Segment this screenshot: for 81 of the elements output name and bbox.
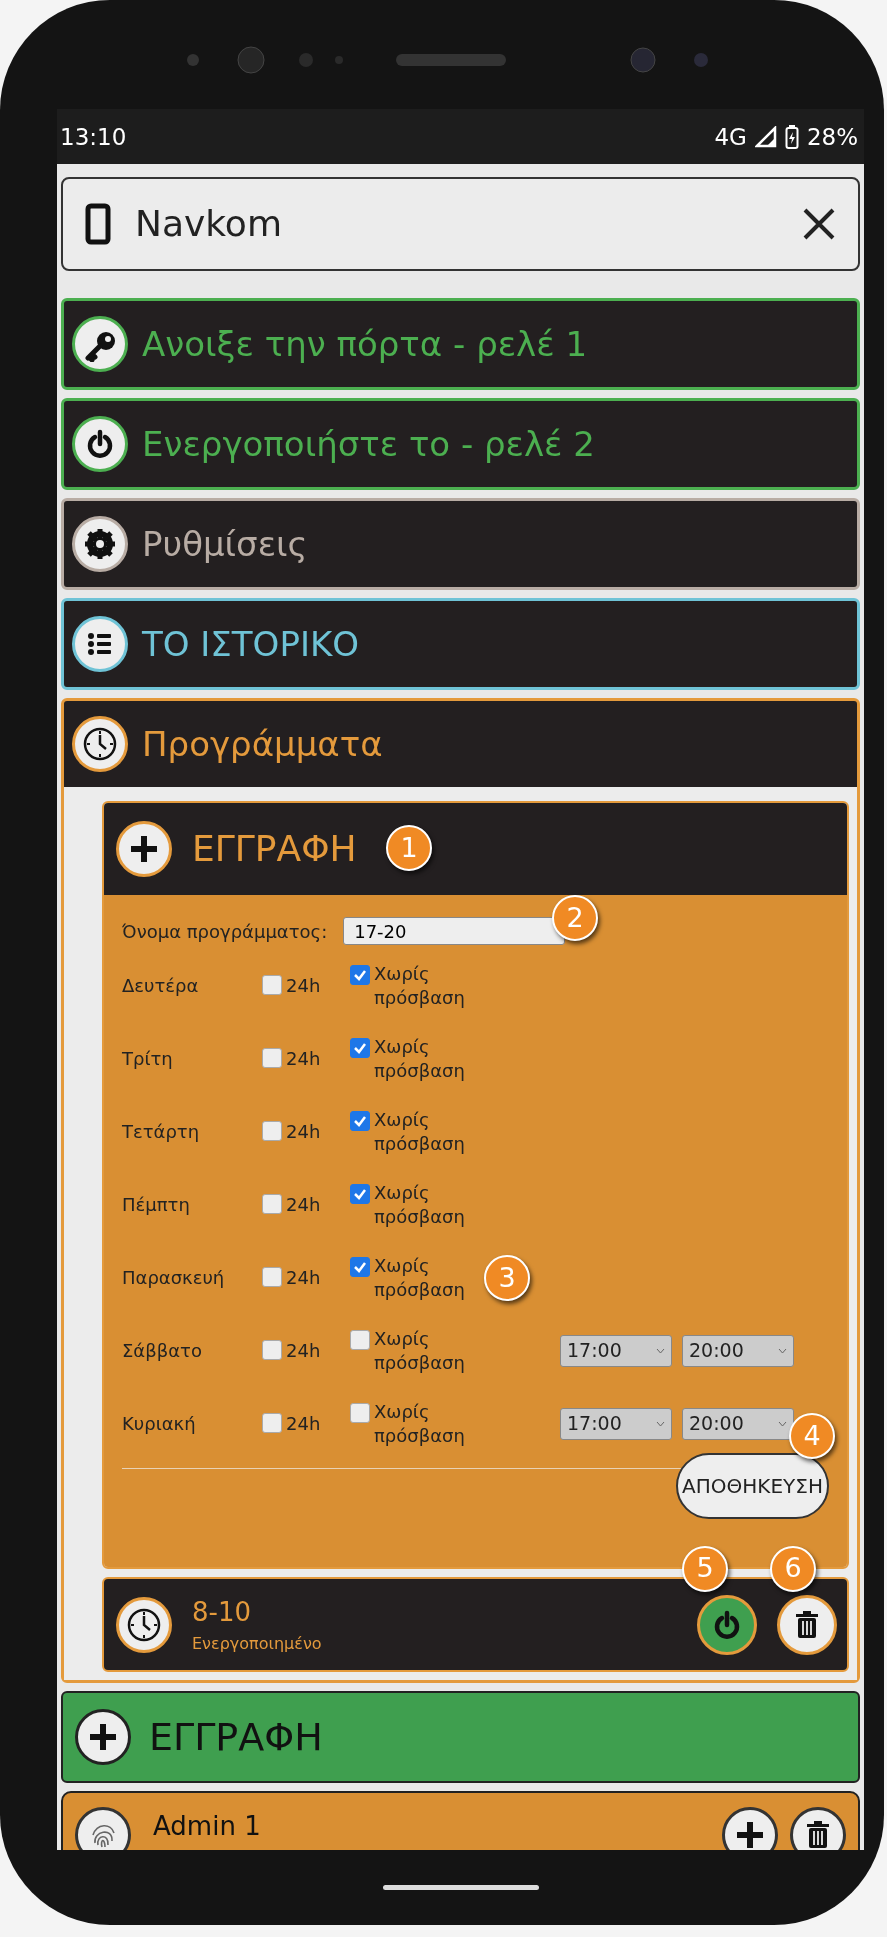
time-select[interactable]: 20:00	[682, 1334, 794, 1367]
day-label: Παρασκευή	[122, 1266, 226, 1291]
caret-icon	[656, 1347, 665, 1354]
menu-item[interactable]: Προγράμματα	[64, 701, 857, 788]
checkbox[interactable]	[262, 1194, 282, 1215]
battery-icon	[784, 124, 799, 149]
menu-item[interactable]: Ενεργοποιήστε το - ρελέ 2	[61, 398, 860, 491]
checkbox-label: Χωρίς πρόσβαση	[374, 1181, 466, 1229]
menu-item[interactable]: Ανοιξε την πόρτα - ρελέ 1	[61, 298, 860, 391]
checkmark-icon	[353, 968, 367, 983]
checkmark-icon	[353, 1260, 367, 1275]
fingerprint-icon	[75, 1807, 131, 1851]
network-type: 4G	[714, 122, 747, 152]
close-button[interactable]	[802, 207, 836, 242]
app-title: Navkom	[135, 202, 283, 247]
plus-button[interactable]	[722, 1807, 778, 1851]
checkbox-label: Χωρίς πρόσβαση	[374, 1254, 466, 1302]
home-indicator[interactable]	[382, 1885, 539, 1891]
checkbox-label: Χωρίς πρόσβαση	[374, 1108, 466, 1156]
checkbox-label: 24h	[286, 1194, 321, 1216]
checkbox[interactable]	[350, 1403, 370, 1424]
caret-icon	[656, 1420, 665, 1427]
day-label: Δευτέρα	[122, 974, 200, 999]
field-label: Όνομα προγράμματος:	[122, 919, 328, 944]
plus-button[interactable]	[116, 821, 172, 878]
checkbox-label: 24h	[286, 1340, 321, 1362]
number-marker: 4	[789, 1413, 835, 1460]
number-marker: 1	[386, 825, 432, 872]
add-button[interactable]: ΕΓΓΡΑΦΗ	[61, 1691, 860, 1784]
checkbox[interactable]	[262, 1048, 282, 1069]
time-select[interactable]: 20:00	[682, 1407, 794, 1440]
checkbox-label: 24h	[286, 1267, 321, 1289]
plus-icon	[75, 1709, 131, 1766]
phone-icon	[85, 203, 111, 246]
caret-icon	[778, 1420, 787, 1427]
checkbox-label: Χωρίς πρόσβαση	[374, 1035, 466, 1083]
checkbox[interactable]	[262, 1121, 282, 1142]
clock-time: 13:10	[60, 122, 127, 152]
schedule-name: 8-10	[192, 1596, 252, 1630]
checkbox-label: 24h	[286, 1121, 321, 1143]
user-item[interactable]: Admin 1	[61, 1791, 860, 1851]
save-button[interactable]: ΑΠΟΘΗΚΕΥΣΗ	[676, 1453, 829, 1520]
time-select[interactable]: 17:00	[560, 1334, 672, 1367]
checkbox-label: Χωρίς πρόσβαση	[374, 1327, 466, 1375]
signal-icon	[754, 125, 777, 148]
checkbox[interactable]	[350, 1330, 370, 1351]
checkbox[interactable]	[350, 965, 370, 986]
checkbox[interactable]	[350, 1038, 370, 1059]
checkbox-label: 24h	[286, 1048, 321, 1070]
name-input[interactable]: 17-20	[343, 917, 566, 946]
checkbox[interactable]	[262, 1413, 282, 1434]
checkmark-icon	[353, 1114, 367, 1129]
menu-item[interactable]: ΤΟ ΙΣΤΟΡΙΚΟ	[61, 598, 860, 691]
form-title: ΕΓΓΡΑΦΗ	[192, 827, 357, 872]
checkbox[interactable]	[350, 1257, 370, 1278]
battery-percent: 28%	[806, 122, 858, 152]
trash-button[interactable]	[790, 1807, 846, 1851]
checkbox-label: 24h	[286, 975, 321, 997]
schedule-status: Ενεργοποιημένο	[192, 1633, 323, 1656]
checkbox[interactable]	[350, 1111, 370, 1132]
checkbox-label: Χωρίς πρόσβαση	[374, 1400, 466, 1448]
number-marker: 3	[484, 1255, 530, 1302]
checkbox[interactable]	[262, 1340, 282, 1361]
day-label: Πέμπτη	[122, 1193, 191, 1218]
clock-icon	[116, 1596, 172, 1653]
time-select[interactable]: 17:00	[560, 1407, 672, 1440]
day-label: Τετάρτη	[122, 1120, 201, 1145]
checkbox-label: Χωρίς πρόσβαση	[374, 962, 466, 1010]
checkbox[interactable]	[262, 975, 282, 996]
day-label: Τρίτη	[122, 1047, 174, 1072]
menu-item[interactable]: Ρυθμίσεις	[61, 498, 860, 591]
checkbox-label: 24h	[286, 1413, 321, 1435]
caret-icon	[778, 1347, 787, 1354]
day-label: Κυριακή	[122, 1412, 197, 1437]
user-name: Admin 1	[153, 1810, 262, 1844]
checkmark-icon	[353, 1187, 367, 1202]
checkmark-icon	[353, 1041, 367, 1056]
day-label: Σάββατο	[122, 1339, 203, 1364]
number-marker: 2	[552, 895, 598, 942]
checkbox[interactable]	[262, 1267, 282, 1288]
checkbox[interactable]	[350, 1184, 370, 1205]
